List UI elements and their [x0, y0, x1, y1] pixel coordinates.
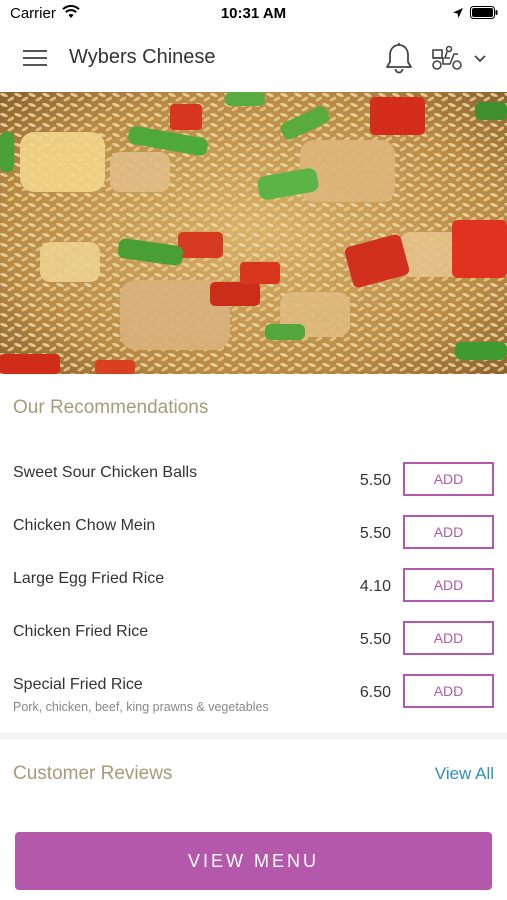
menu-item: Sweet Sour Chicken Balls 5.50 ADD — [0, 462, 507, 517]
add-button[interactable]: ADD — [403, 462, 494, 496]
battery-icon — [470, 6, 498, 24]
status-bar: Carrier 10:31 AM — [0, 0, 507, 26]
item-price: 5.50 — [359, 472, 391, 489]
scooter-delivery-icon[interactable] — [430, 44, 464, 72]
item-name: Chicken Fried Rice — [13, 623, 149, 640]
item-name: Special Fried Rice — [13, 676, 143, 693]
menu-item: Special Fried Rice Pork, chicken, beef, … — [0, 674, 507, 729]
location-arrow-icon — [452, 6, 464, 24]
menu-item: Large Egg Fried Rice 4.10 ADD — [0, 568, 507, 623]
menu-item: Chicken Fried Rice 5.50 ADD — [0, 621, 507, 676]
menu-item: Chicken Chow Mein 5.50 ADD — [0, 515, 507, 570]
add-button[interactable]: ADD — [403, 515, 494, 549]
clock: 10:31 AM — [220, 5, 287, 22]
item-price: 6.50 — [359, 684, 391, 701]
item-price: 4.10 — [359, 578, 391, 595]
chevron-down-icon[interactable] — [472, 52, 488, 66]
item-name: Large Egg Fried Rice — [13, 570, 165, 587]
view-all-link[interactable]: View All — [435, 764, 494, 784]
app-header: Wybers Chinese — [0, 26, 507, 92]
recommendations-title: Our Recommendations — [13, 397, 209, 418]
hero-food-image — [0, 92, 507, 374]
bell-icon[interactable] — [384, 42, 414, 74]
item-description: Pork, chicken, beef, king prawns & veget… — [13, 700, 269, 714]
item-price: 5.50 — [359, 525, 391, 542]
view-menu-button[interactable]: VIEW MENU — [15, 832, 492, 890]
fried-rice-photo — [0, 92, 507, 374]
reviews-title: Customer Reviews — [13, 763, 173, 784]
item-name: Chicken Chow Mein — [13, 517, 156, 534]
item-price: 5.50 — [359, 631, 391, 648]
add-button[interactable]: ADD — [403, 674, 494, 708]
section-divider — [0, 733, 507, 739]
add-button[interactable]: ADD — [403, 621, 494, 655]
item-name: Sweet Sour Chicken Balls — [13, 464, 198, 481]
page-title: Wybers Chinese — [69, 46, 216, 68]
hamburger-menu-icon[interactable] — [20, 46, 50, 70]
add-button[interactable]: ADD — [403, 568, 494, 602]
